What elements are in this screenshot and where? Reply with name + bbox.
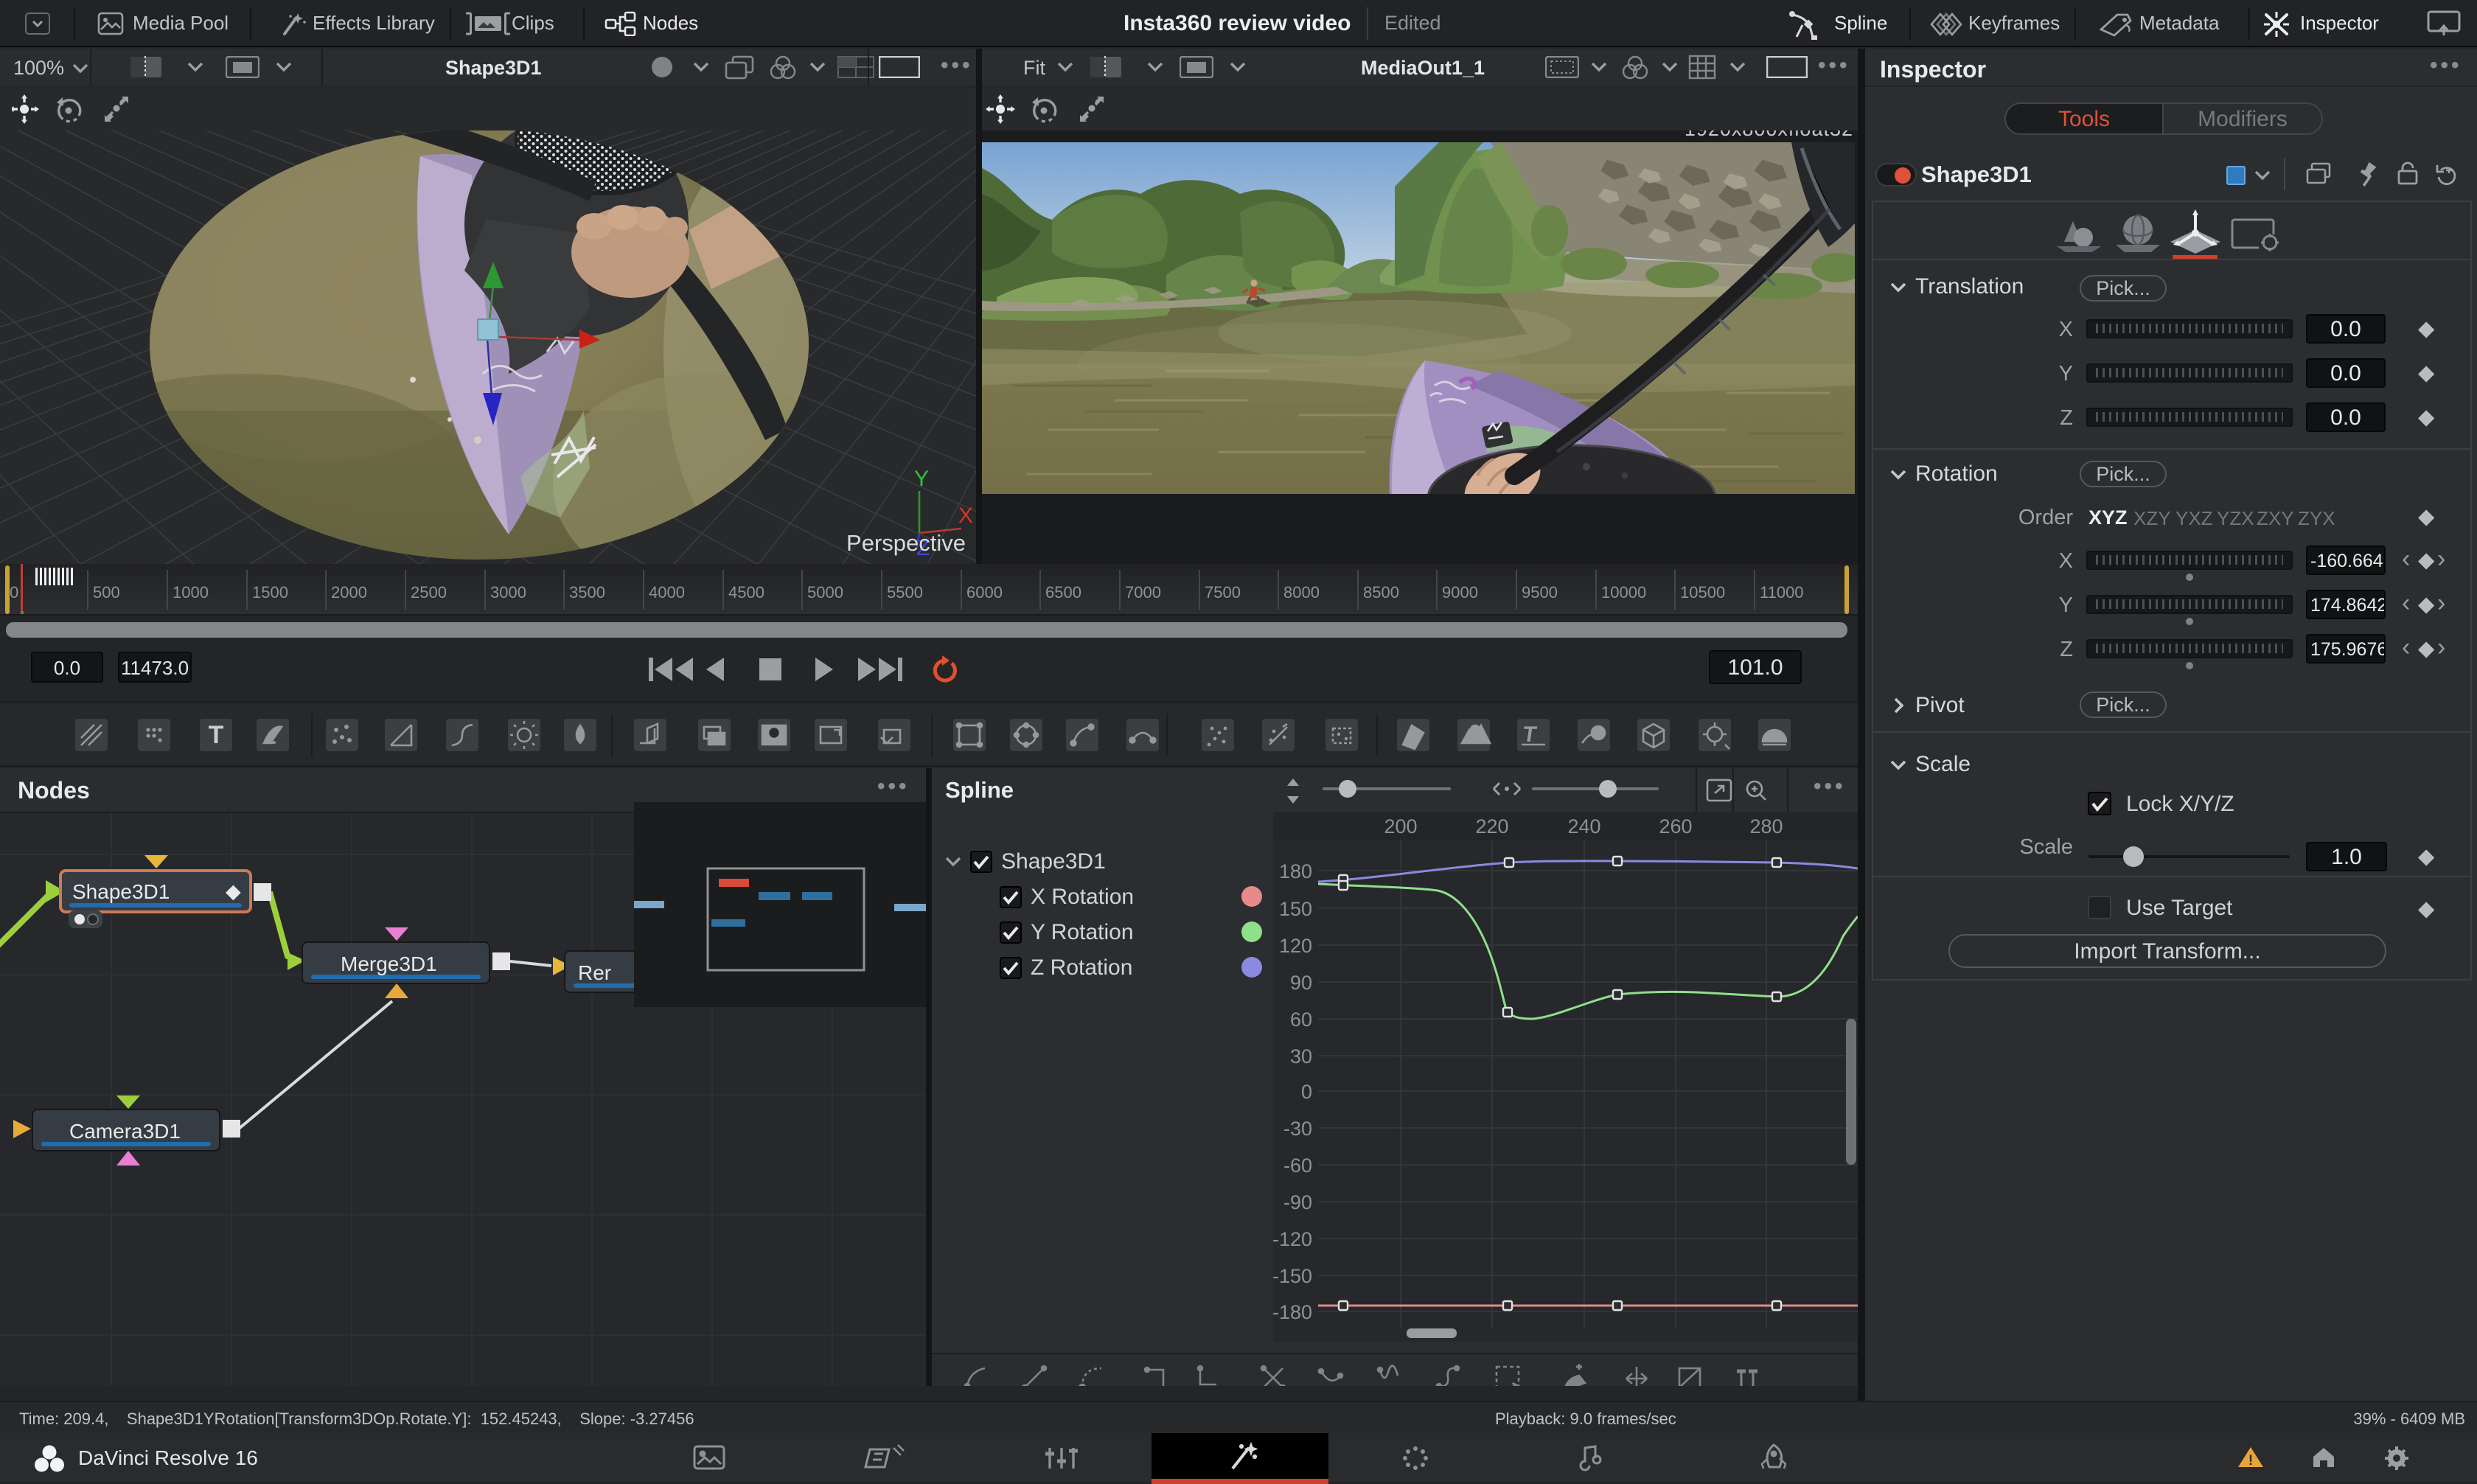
svg-text:260: 260 [1659,815,1692,837]
svg-text:-150: -150 [1272,1265,1312,1287]
svg-text:-60: -60 [1283,1154,1312,1177]
svg-text:T: T [209,721,224,749]
svg-text:!: ! [2248,1453,2253,1469]
svg-text:-30: -30 [1283,1118,1312,1140]
svg-text:150: 150 [1279,898,1312,920]
svg-text:180: 180 [1279,860,1312,882]
svg-text:220: 220 [1475,815,1508,837]
svg-text:Y: Y [914,467,929,491]
svg-text:240: 240 [1567,815,1600,837]
svg-text:X: X [958,504,973,528]
svg-text:0: 0 [1301,1081,1312,1103]
svg-text:200: 200 [1384,815,1417,837]
svg-text:-180: -180 [1272,1301,1312,1323]
svg-text:280: 280 [1749,815,1783,837]
svg-text:120: 120 [1279,935,1312,957]
svg-text:90: 90 [1290,972,1312,994]
svg-text:Perspective: Perspective [846,530,966,556]
svg-text:60: 60 [1290,1009,1312,1031]
svg-text:30: 30 [1290,1045,1312,1067]
svg-text:-120: -120 [1272,1228,1312,1250]
svg-text:-90: -90 [1283,1191,1312,1213]
